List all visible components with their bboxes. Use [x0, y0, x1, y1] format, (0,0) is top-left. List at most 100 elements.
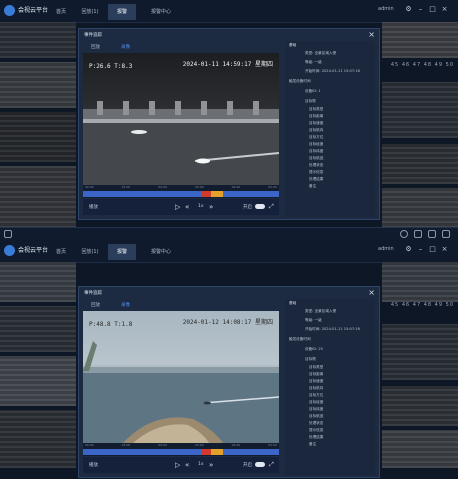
rewind-icon[interactable]: «: [185, 203, 189, 211]
fullscreen-icon[interactable]: ⤢: [269, 461, 274, 469]
info-line: 目标方位: [309, 393, 324, 397]
tab-alarm[interactable]: 报警: [108, 4, 136, 20]
tab-home[interactable]: 首页: [48, 4, 74, 20]
info-line: 等级: 一级: [305, 318, 322, 322]
video-tile[interactable]: [382, 144, 458, 184]
subtab-playback[interactable]: 回放: [91, 44, 100, 50]
video-tile[interactable]: [382, 82, 458, 138]
info-line: 触发设备时间: [289, 79, 311, 83]
info-line: 目标纬度: [309, 407, 324, 411]
tab-home[interactable]: 首页: [48, 244, 74, 260]
video-tile[interactable]: [0, 166, 76, 228]
info-line: 设备ID: 25: [305, 347, 323, 351]
info-line: 触发设备时间: [289, 337, 311, 341]
info-line: 目标速度: [309, 121, 324, 125]
timeline[interactable]: 00:00 01:00 02:00 03:00 04:00 05:00: [83, 443, 279, 456]
info-line: 开始时间: 2024-01-11 15:07:16: [305, 327, 360, 331]
record-icon[interactable]: [414, 230, 422, 238]
timeline[interactable]: 00:00 01:00 02:00 03:00 04:00 05:00: [83, 185, 279, 198]
video-tile[interactable]: [382, 22, 458, 58]
info-line: 开始时间: 2024-01-11 15:07:16: [305, 69, 360, 73]
window-bottom: 会视云平台 首页 回放(1) 报警 报警中心 admin ⚙ – □ × 45 …: [0, 240, 458, 479]
fast-forward-icon[interactable]: »: [209, 203, 213, 211]
subtab-record[interactable]: 录像: [121, 302, 130, 308]
playback-controls: 播放 ▷ « 1x » 开启 ⤢: [83, 199, 279, 215]
grid-numbers: 45 46 47 48 49 50: [390, 302, 454, 308]
layout-icon[interactable]: [428, 230, 436, 238]
maximize-icon[interactable]: □: [428, 5, 437, 14]
dialog-close-icon[interactable]: ×: [368, 288, 375, 297]
dialog-close-icon[interactable]: ×: [368, 30, 375, 39]
speed-value[interactable]: 1x: [198, 204, 204, 209]
timeline-alarm-segment[interactable]: [201, 191, 211, 197]
video-player[interactable]: P:48.8 T:1.8 2024-01-12 14:08:17 星期四: [83, 311, 279, 443]
info-line: 备注: [309, 442, 317, 446]
speed-value[interactable]: 1x: [198, 462, 204, 467]
tab-alarm-center[interactable]: 报警中心: [144, 244, 178, 260]
dialog-title: 事件追踪: [84, 291, 102, 296]
info-line: 目标速度: [309, 379, 324, 383]
info-line: 目标类型: [309, 365, 324, 369]
info-line: 目标距离: [309, 372, 324, 376]
video-tile[interactable]: [0, 306, 76, 352]
info-line: 目标物: [305, 99, 316, 103]
toggle-label: 开启: [243, 205, 252, 210]
timeline-alarm-segment[interactable]: [201, 449, 211, 455]
close-icon[interactable]: ×: [440, 245, 449, 254]
refresh-icon[interactable]: [400, 230, 408, 238]
maximize-icon[interactable]: □: [428, 245, 437, 254]
tab-alarm[interactable]: 报警: [108, 244, 136, 260]
harbor-scene: [83, 341, 279, 443]
settings-icon[interactable]: ⚙: [404, 5, 413, 14]
timeline-bar[interactable]: [83, 449, 279, 455]
mode-toggle[interactable]: [255, 462, 265, 467]
video-tile[interactable]: [0, 262, 76, 302]
video-tile[interactable]: [0, 356, 76, 406]
video-tile[interactable]: [382, 386, 458, 426]
play-icon[interactable]: ▷: [175, 203, 180, 211]
video-tile[interactable]: [0, 62, 76, 108]
play-icon[interactable]: ▷: [175, 461, 180, 469]
info-line: 目标航向: [309, 386, 324, 390]
timeline-bar[interactable]: [83, 191, 279, 197]
video-tile[interactable]: [382, 262, 458, 302]
grid-numbers: 45 46 47 48 49 50: [390, 62, 454, 68]
save-icon[interactable]: [4, 230, 12, 238]
minimize-icon[interactable]: –: [416, 245, 425, 254]
subtab-record[interactable]: 录像: [121, 44, 130, 50]
subtab-playback[interactable]: 回放: [91, 302, 100, 308]
top-nav-bar: 会视云平台 首页 回放(1) 报警 报警中心 admin ⚙ – □ ×: [0, 0, 458, 23]
video-tile[interactable]: [382, 430, 458, 468]
info-line: 处理结果: [309, 177, 324, 181]
info-line: 等级: 一级: [305, 60, 322, 64]
rewind-icon[interactable]: «: [185, 461, 189, 469]
video-timestamp: 2024-01-11 14:59:17 星期四: [182, 61, 273, 68]
mode-toggle[interactable]: [255, 204, 265, 209]
user-name[interactable]: admin: [378, 6, 394, 12]
video-tile[interactable]: [382, 188, 458, 228]
video-player[interactable]: P:26.6 T:8.3 2024-01-11 14:59:17 星期四: [83, 53, 279, 185]
close-icon[interactable]: ×: [440, 5, 449, 14]
app-logo-icon: [4, 245, 15, 256]
video-tile[interactable]: [0, 410, 76, 468]
app-title: 会视云平台: [18, 7, 49, 14]
play-label[interactable]: 播放: [89, 204, 98, 210]
app-logo-icon: [4, 5, 15, 16]
video-tile[interactable]: [0, 22, 76, 58]
playback-controls: 播放 ▷ « 1x » 开启 ⤢: [83, 457, 279, 473]
tab-playback[interactable]: 回放(1): [76, 244, 104, 260]
video-tile[interactable]: [0, 112, 76, 162]
tab-playback[interactable]: 回放(1): [76, 4, 104, 20]
user-name[interactable]: admin: [378, 246, 394, 252]
info-line: 目标航迹: [309, 156, 324, 160]
minimize-icon[interactable]: –: [416, 5, 425, 14]
info-line: 备注: [309, 184, 317, 188]
fast-forward-icon[interactable]: »: [209, 461, 213, 469]
settings-icon[interactable]: ⚙: [404, 245, 413, 254]
grid-icon[interactable]: [442, 230, 450, 238]
play-label[interactable]: 播放: [89, 462, 98, 468]
fullscreen-icon[interactable]: ⤢: [269, 203, 274, 211]
video-tile[interactable]: [382, 324, 458, 380]
info-line: 目标距离: [309, 114, 324, 118]
tab-alarm-center[interactable]: 报警中心: [144, 4, 178, 20]
